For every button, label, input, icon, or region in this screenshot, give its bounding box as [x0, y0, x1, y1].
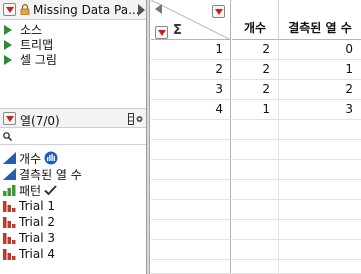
- empty-cell[interactable]: [232, 200, 279, 220]
- empty-row-header: [151, 240, 231, 260]
- empty-cell[interactable]: [232, 240, 279, 260]
- column-label: 결측된 열 수: [19, 167, 82, 182]
- lock-icon: [20, 4, 30, 15]
- column-menu-red-triangle-icon[interactable]: [212, 5, 225, 18]
- table-cell[interactable]: 2: [279, 80, 361, 100]
- table-script-item[interactable]: 소스: [4, 22, 42, 37]
- column-label: Trial 1: [19, 199, 55, 213]
- row-menu-red-triangle-icon[interactable]: [155, 26, 168, 39]
- empty-cell[interactable]: [279, 180, 361, 200]
- empty-cell[interactable]: [232, 260, 279, 274]
- empty-row-header: [151, 120, 231, 140]
- play-script-icon[interactable]: [4, 39, 12, 50]
- table-name: Missing Data Pa...: [33, 3, 140, 17]
- empty-cell[interactable]: [232, 120, 279, 140]
- column-header-count[interactable]: 개수: [232, 0, 279, 40]
- empty-cell[interactable]: [279, 260, 361, 274]
- table-cell[interactable]: 2: [232, 40, 279, 60]
- table-cell[interactable]: 1: [232, 100, 279, 120]
- empty-row-header: [151, 260, 231, 274]
- row-number[interactable]: 1: [151, 40, 231, 60]
- table-panel-header: Missing Data Pa...: [0, 0, 146, 20]
- column-item-missing-count[interactable]: 결측된 열 수: [3, 166, 82, 182]
- sigma-icon: Σ: [173, 23, 182, 38]
- data-grid: Σ 개수 결측된 열 수 1 2 0 2 2 1 3 2 2 4 1 3: [151, 0, 361, 274]
- red-triangle-menu-icon[interactable]: [3, 3, 16, 16]
- column-item-trial-3[interactable]: Trial 3: [3, 230, 55, 246]
- empty-cell[interactable]: [279, 220, 361, 240]
- empty-row-header: [151, 160, 231, 180]
- empty-cell[interactable]: [279, 160, 361, 180]
- row-number[interactable]: 4: [151, 100, 231, 120]
- empty-cell[interactable]: [232, 140, 279, 160]
- column-label: Trial 3: [19, 231, 55, 245]
- empty-cell[interactable]: [279, 240, 361, 260]
- row-number[interactable]: 3: [151, 80, 231, 100]
- nominal-icon: [3, 201, 16, 212]
- empty-cell[interactable]: [279, 200, 361, 220]
- column-label: 개수: [19, 151, 42, 166]
- empty-cell[interactable]: [232, 220, 279, 240]
- columns-panel-header: 열(7/0): [0, 108, 146, 128]
- column-item-trial-2[interactable]: Trial 2: [3, 214, 55, 230]
- expand-arrow-icon[interactable]: [138, 4, 145, 16]
- column-header-missing-count[interactable]: 결측된 열 수: [279, 0, 361, 40]
- column-item-trial-4[interactable]: Trial 4: [3, 246, 55, 262]
- empty-row-header: [151, 140, 231, 160]
- table-cell[interactable]: 0: [279, 40, 361, 60]
- nominal-icon: [3, 249, 16, 260]
- column-item-trial-1[interactable]: Trial 1: [3, 198, 55, 214]
- table-script-item[interactable]: 트리맵: [4, 37, 53, 52]
- table-cell[interactable]: 2: [232, 80, 279, 100]
- red-triangle-menu-icon[interactable]: [3, 112, 16, 125]
- table-cell[interactable]: 1: [279, 60, 361, 80]
- continuous-icon: [3, 168, 16, 180]
- empty-cell[interactable]: [232, 160, 279, 180]
- row-number[interactable]: 2: [151, 60, 231, 80]
- empty-cell[interactable]: [232, 180, 279, 200]
- continuous-icon: [3, 152, 16, 164]
- corner-collapse-icon[interactable]: [155, 4, 162, 14]
- script-label: 셀 그림: [20, 53, 57, 67]
- column-label: Trial 2: [19, 215, 55, 229]
- empty-row-header: [151, 200, 231, 220]
- frequency-icon: [44, 151, 58, 165]
- play-script-icon[interactable]: [4, 24, 12, 35]
- columns-count-title: 열(7/0): [20, 114, 60, 128]
- play-script-icon[interactable]: [4, 54, 12, 65]
- column-search-input[interactable]: [14, 130, 142, 143]
- column-item-count[interactable]: 개수: [3, 150, 58, 166]
- search-icon: [3, 132, 12, 141]
- empty-row-header: [151, 220, 231, 240]
- table-cell[interactable]: 3: [279, 100, 361, 120]
- table-script-item[interactable]: 셀 그림: [4, 52, 57, 67]
- ordinal-icon: [3, 185, 16, 196]
- nominal-icon: [3, 217, 16, 228]
- nominal-icon: [3, 233, 16, 244]
- column-search-row: [0, 129, 146, 145]
- empty-cell[interactable]: [279, 140, 361, 160]
- table-cell[interactable]: 2: [232, 60, 279, 80]
- grid-corner: Σ: [151, 0, 231, 40]
- column-item-pattern[interactable]: 패턴: [3, 182, 57, 198]
- checkmark-icon: [44, 185, 57, 196]
- empty-row-header: [151, 180, 231, 200]
- column-label: 패턴: [19, 183, 42, 198]
- left-panel: Missing Data Pa... 소스 트리맵 셀 그림 열(7/0) 개수…: [0, 0, 147, 274]
- column-label: Trial 4: [19, 247, 55, 261]
- column-options-icon[interactable]: [128, 113, 144, 125]
- panel-splitter[interactable]: [147, 0, 150, 274]
- empty-cell[interactable]: [279, 120, 361, 140]
